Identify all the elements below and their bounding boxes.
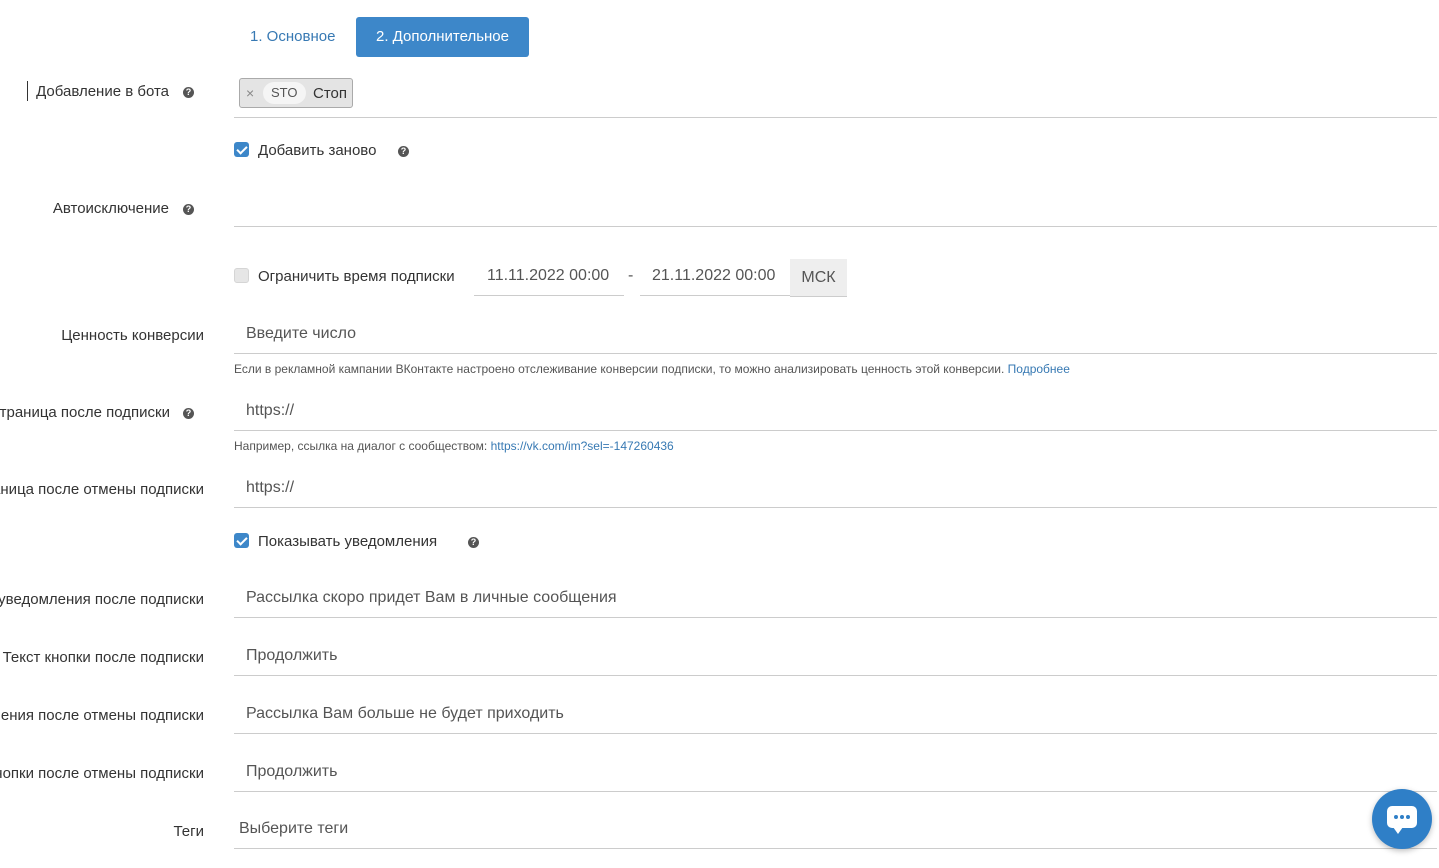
date-from-value: 11.11.2022 00:00	[487, 267, 610, 284]
conversion-value-label: Ценность конверсии	[61, 327, 204, 344]
show-notifications-checkbox[interactable]	[234, 533, 249, 548]
timezone-addon: МСК	[790, 259, 847, 297]
auto-exclude-label: Автоисключение	[52, 200, 169, 217]
page-after-unsub-label: Страница после отмены подписки	[0, 481, 204, 498]
conversion-value-placeholder: Введите число	[246, 325, 356, 342]
btn-after-unsub-input[interactable]: Продолжить	[234, 754, 1437, 792]
notif-after-unsub-label: Текст уведомления после отмены подписки	[0, 707, 204, 724]
notif-after-unsub-input[interactable]: Рассылка Вам больше не будет приходить	[234, 696, 1437, 734]
conversion-hint-text: Если в рекламной кампании ВКонтакте наст…	[234, 362, 1005, 376]
limit-time-label: Ограничить время подписки	[258, 268, 455, 285]
tag-code: STO	[263, 82, 306, 104]
show-notifications-label: Показывать уведомления	[258, 533, 438, 550]
page-after-sub-hint-text: Например, ссылка на диалог с сообществом…	[234, 439, 488, 453]
tag-remove-icon[interactable]: ×	[246, 85, 254, 101]
chat-bubble-icon	[1387, 806, 1417, 834]
question-circle-icon[interactable]: ?	[183, 87, 194, 98]
tags-label: Теги	[173, 823, 204, 840]
bot-tag-chip[interactable]: × STO Стоп	[239, 78, 353, 108]
page-after-unsub-input[interactable]: https://	[234, 470, 1437, 508]
auto-exclude-input[interactable]	[234, 189, 1437, 227]
re-add-checkbox[interactable]	[234, 142, 249, 157]
btn-after-sub-value: Продолжить	[246, 647, 338, 664]
vk-dialog-link[interactable]: https://vk.com/im?sel=-147260436	[491, 439, 674, 453]
page-after-unsub-placeholder: https://	[246, 479, 295, 496]
question-circle-icon[interactable]: ?	[183, 204, 194, 215]
tab-additional[interactable]: 2. Дополнительное	[356, 17, 529, 57]
tags-placeholder: Выберите теги	[239, 820, 349, 837]
limit-time-checkbox[interactable]	[234, 268, 249, 283]
page-after-sub-placeholder: https://	[246, 402, 295, 419]
tag-name: Стоп	[313, 85, 347, 102]
bot-add-underline	[234, 117, 1437, 118]
question-circle-icon[interactable]: ?	[398, 146, 409, 157]
conversion-more-link[interactable]: Подробнее	[1008, 362, 1070, 376]
chat-button[interactable]	[1372, 789, 1432, 849]
question-circle-icon[interactable]: ?	[468, 537, 479, 548]
page-after-sub-label: Страница после подписки	[0, 404, 170, 421]
bot-add-label: Добавление в бота	[36, 83, 169, 100]
re-add-label: Добавить заново	[258, 142, 377, 159]
date-to-input[interactable]: 21.11.2022 00:00	[640, 258, 790, 296]
notif-after-sub-label: Текст уведомления после подписки	[0, 591, 204, 608]
btn-after-sub-label: Текст кнопки после подписки	[2, 649, 204, 666]
page-after-sub-hint: Например, ссылка на диалог с сообществом…	[234, 439, 674, 453]
conversion-value-hint: Если в рекламной кампании ВКонтакте наст…	[234, 362, 1070, 376]
question-circle-icon[interactable]: ?	[183, 408, 194, 419]
page-after-sub-input[interactable]: https://	[234, 393, 1437, 431]
notif-after-sub-value: Рассылка скоро придет Вам в личные сообщ…	[246, 589, 617, 606]
btn-after-unsub-label: Текст кнопки после отмены подписки	[0, 765, 204, 782]
btn-after-sub-input[interactable]: Продолжить	[234, 638, 1437, 676]
tab-basic[interactable]: 1. Основное	[250, 17, 335, 57]
date-from-input[interactable]: 11.11.2022 00:00	[474, 258, 624, 296]
text-cursor	[27, 81, 28, 101]
date-separator: -	[628, 267, 634, 284]
notif-after-unsub-value: Рассылка Вам больше не будет приходить	[246, 705, 564, 722]
btn-after-unsub-value: Продолжить	[246, 763, 338, 780]
tags-select[interactable]: Выберите теги	[234, 811, 1437, 849]
notif-after-sub-input[interactable]: Рассылка скоро придет Вам в личные сообщ…	[234, 580, 1437, 618]
date-to-value: 21.11.2022 00:00	[652, 267, 776, 284]
conversion-value-input[interactable]: Введите число	[234, 316, 1437, 354]
